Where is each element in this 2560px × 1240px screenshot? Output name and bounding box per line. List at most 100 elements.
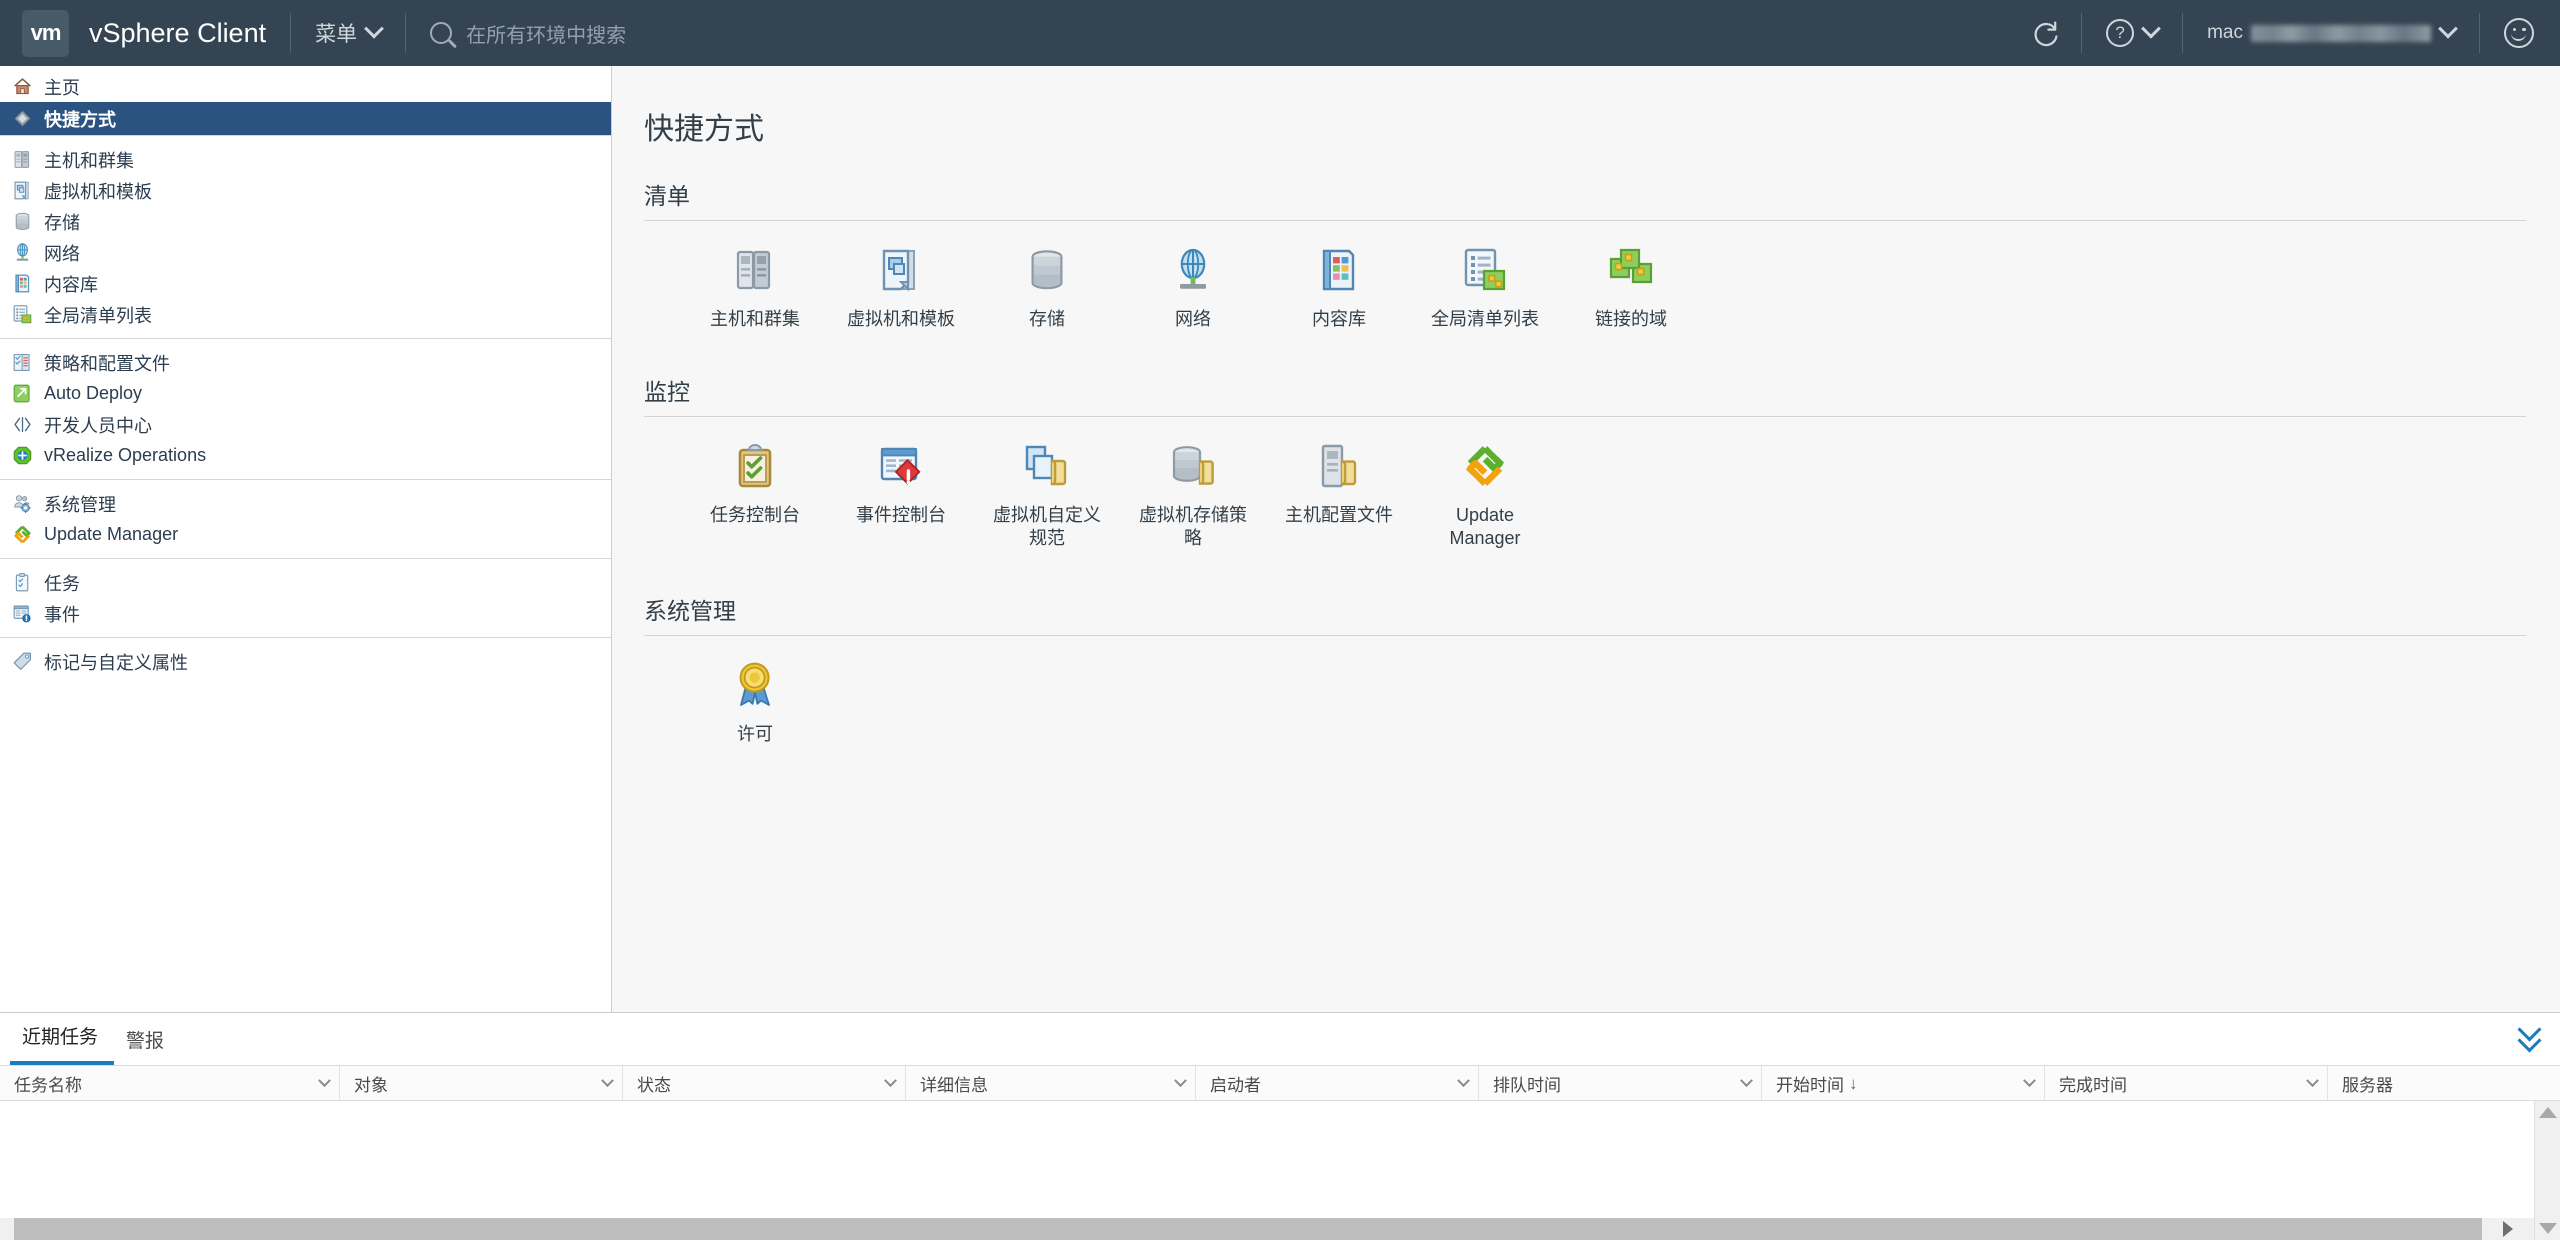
vm-storage-policy-icon <box>1166 439 1220 493</box>
task-column-label-wrap: 详细信息 <box>920 1071 988 1096</box>
task-column-header[interactable]: 开始时间 ↓ <box>1762 1066 2045 1100</box>
sidebar-item-events[interactable]: 事件 <box>0 598 611 629</box>
events-icon <box>11 603 33 625</box>
task-column-header[interactable]: 任务名称 <box>0 1066 340 1100</box>
product-title: vSphere Client <box>89 17 267 48</box>
chevron-down-icon[interactable] <box>2023 1073 2036 1087</box>
shortcut-tile-content-library[interactable]: 内容库 <box>1266 243 1412 331</box>
update-manager-icon <box>11 524 33 546</box>
sidebar-item-content-library[interactable]: 内容库 <box>0 268 611 299</box>
sidebar-item-label: Auto Deploy <box>44 383 143 403</box>
task-table-vertical-scrollbar[interactable] <box>2534 1101 2560 1240</box>
shortcut-tile-licensing-medal[interactable]: 许可 <box>682 658 828 746</box>
shortcut-tile-vm-storage-policy[interactable]: 虚拟机存储策略 <box>1120 439 1266 550</box>
help-menu-button[interactable]: ? <box>2106 18 2161 47</box>
task-panel-tab[interactable]: 近期任务 <box>10 1022 115 1065</box>
sort-descending-icon: ↓ <box>1849 1073 1858 1093</box>
header-divider-2 <box>405 13 407 53</box>
shortcut-tile-storage[interactable]: 存储 <box>974 243 1120 331</box>
task-column-header[interactable]: 对象 <box>340 1066 623 1100</box>
sidebar-item-developer-center[interactable]: 开发人员中心 <box>0 409 611 440</box>
sidebar-item-storage[interactable]: 存储 <box>0 206 611 237</box>
task-column-label: 排队时间 <box>1493 1075 1561 1095</box>
sidebar-item-vrealize-operations[interactable]: vRealize Operations <box>0 440 611 471</box>
section-title: 监控 <box>644 379 690 406</box>
sidebar-item-home[interactable]: 主页 <box>0 71 611 102</box>
search-input[interactable]: 在所有环境中搜索 <box>430 19 626 48</box>
sidebar-item-update-manager[interactable]: Update Manager <box>0 519 611 550</box>
sidebar-group-1: 主机和群集 虚拟机和模板 存储 网络 内容库 全局清单列表 <box>0 136 611 338</box>
scroll-down-arrow-icon[interactable] <box>2538 1223 2557 1234</box>
menu-button[interactable]: 菜单 <box>315 18 385 48</box>
shortcut-tile-network[interactable]: 网络 <box>1120 243 1266 331</box>
sidebar-item-vms-templates[interactable]: 虚拟机和模板 <box>0 175 611 206</box>
sidebar-item-shortcut-diamond[interactable]: 快捷方式 <box>0 102 611 135</box>
shortcut-tile-vm-customization-spec[interactable]: 虚拟机自定义规范 <box>974 439 1120 550</box>
user-name-redacted <box>2251 24 2431 42</box>
section-title: 清单 <box>644 183 690 209</box>
developer-center-icon <box>11 414 33 436</box>
sidebar-item-hosts-clusters[interactable]: 主机和群集 <box>0 144 611 175</box>
task-column-header[interactable]: 状态 <box>623 1066 906 1100</box>
search-icon <box>430 22 453 44</box>
policies-profiles-icon <box>11 352 33 374</box>
user-menu-button[interactable]: mac <box>2207 18 2458 44</box>
chevron-down-icon[interactable] <box>1457 1073 1470 1087</box>
task-table-horizontal-scrollbar[interactable] <box>0 1218 2534 1240</box>
sidebar-item-tags-custom-attributes[interactable]: 标记与自定义属性 <box>0 646 611 677</box>
sidebar-item-label: 主机和群集 <box>44 150 134 171</box>
vmware-logo[interactable]: vm <box>22 9 69 57</box>
sidebar-item-tasks[interactable]: 任务 <box>0 567 611 598</box>
sidebar-item-policies-profiles[interactable]: 策略和配置文件 <box>0 347 611 378</box>
shortcut-tile-row: 许可 <box>644 636 2526 746</box>
chevron-down-icon[interactable] <box>601 1073 614 1087</box>
sidebar-item-global-inventory-list[interactable]: 全局清单列表 <box>0 299 611 330</box>
refresh-icon <box>2031 20 2058 47</box>
chevron-down-icon[interactable] <box>1174 1073 1187 1087</box>
shortcut-tile-row: 主机和群集 虚拟机和模板 存储 网络 内容库 全局清单列表 链接的域 <box>644 221 2526 331</box>
network-icon <box>11 242 33 264</box>
shortcut-tile-task-console[interactable]: 任务控制台 <box>682 439 828 550</box>
smiley-face-icon <box>2504 18 2534 48</box>
shortcut-tile-label: 任务控制台 <box>710 505 800 526</box>
sidebar-item-label: 网络 <box>44 243 80 264</box>
shortcut-tile-label: 存储 <box>1029 309 1065 329</box>
chevron-down-icon[interactable] <box>318 1073 331 1087</box>
sidebar-item-administration[interactable]: 系统管理 <box>0 488 611 519</box>
refresh-button[interactable] <box>2031 20 2058 47</box>
sidebar-item-label: vRealize Operations <box>44 445 207 465</box>
feedback-button[interactable] <box>2504 18 2534 48</box>
task-column-header[interactable]: 服务器 <box>2328 1066 2560 1100</box>
shortcut-tile-label: 许可 <box>737 724 773 745</box>
shortcut-tile-label: 虚拟机和模板 <box>847 309 955 329</box>
task-column-header[interactable]: 详细信息 <box>906 1066 1196 1100</box>
sidebar-item-label: 系统管理 <box>44 494 116 515</box>
sidebar-item-network[interactable]: 网络 <box>0 237 611 268</box>
task-column-header[interactable]: 完成时间 <box>2045 1066 2328 1100</box>
chevron-down-icon[interactable] <box>2306 1073 2319 1087</box>
shortcut-tile-update-manager[interactable]: Update Manager <box>1412 439 1558 550</box>
shortcut-tile-host-profile[interactable]: 主机配置文件 <box>1266 439 1412 550</box>
chevron-down-icon[interactable] <box>1740 1073 1753 1087</box>
left-navigation-sidebar: 主页 快捷方式 主机和群集 虚拟机和模板 存储 网络 内容库 全局清单列表 策略… <box>0 66 612 1012</box>
task-column-header[interactable]: 启动者 <box>1196 1066 1479 1100</box>
scroll-up-arrow-icon[interactable] <box>2538 1107 2557 1118</box>
shortcut-tile-linked-domains[interactable]: 链接的域 <box>1558 243 1704 331</box>
task-column-label-wrap: 服务器 <box>2342 1071 2393 1096</box>
chevron-down-icon[interactable] <box>884 1073 897 1087</box>
shortcut-tile-global-inventory-list[interactable]: 全局清单列表 <box>1412 243 1558 331</box>
task-column-label-wrap: 状态 <box>637 1071 671 1096</box>
shortcut-tile-hosts-clusters[interactable]: 主机和群集 <box>682 243 828 331</box>
shortcut-tile-vms-templates[interactable]: 虚拟机和模板 <box>828 243 974 331</box>
scroll-right-arrow-icon[interactable] <box>2482 1218 2534 1240</box>
task-column-header[interactable]: 排队时间 <box>1479 1066 1762 1100</box>
sidebar-item-auto-deploy[interactable]: Auto Deploy <box>0 378 611 409</box>
double-chevron-down-icon[interactable] <box>2517 1017 2542 1053</box>
sidebar-item-label: 存储 <box>44 212 80 233</box>
shortcut-tile-label: Update Manager <box>1449 505 1521 549</box>
shortcut-diamond-icon <box>11 108 33 130</box>
shortcut-tile-event-console[interactable]: 事件控制台 <box>828 439 974 550</box>
network-icon <box>1166 243 1220 297</box>
task-panel-tab[interactable]: 警报 <box>114 1026 180 1065</box>
update-manager-icon <box>1458 439 1512 493</box>
